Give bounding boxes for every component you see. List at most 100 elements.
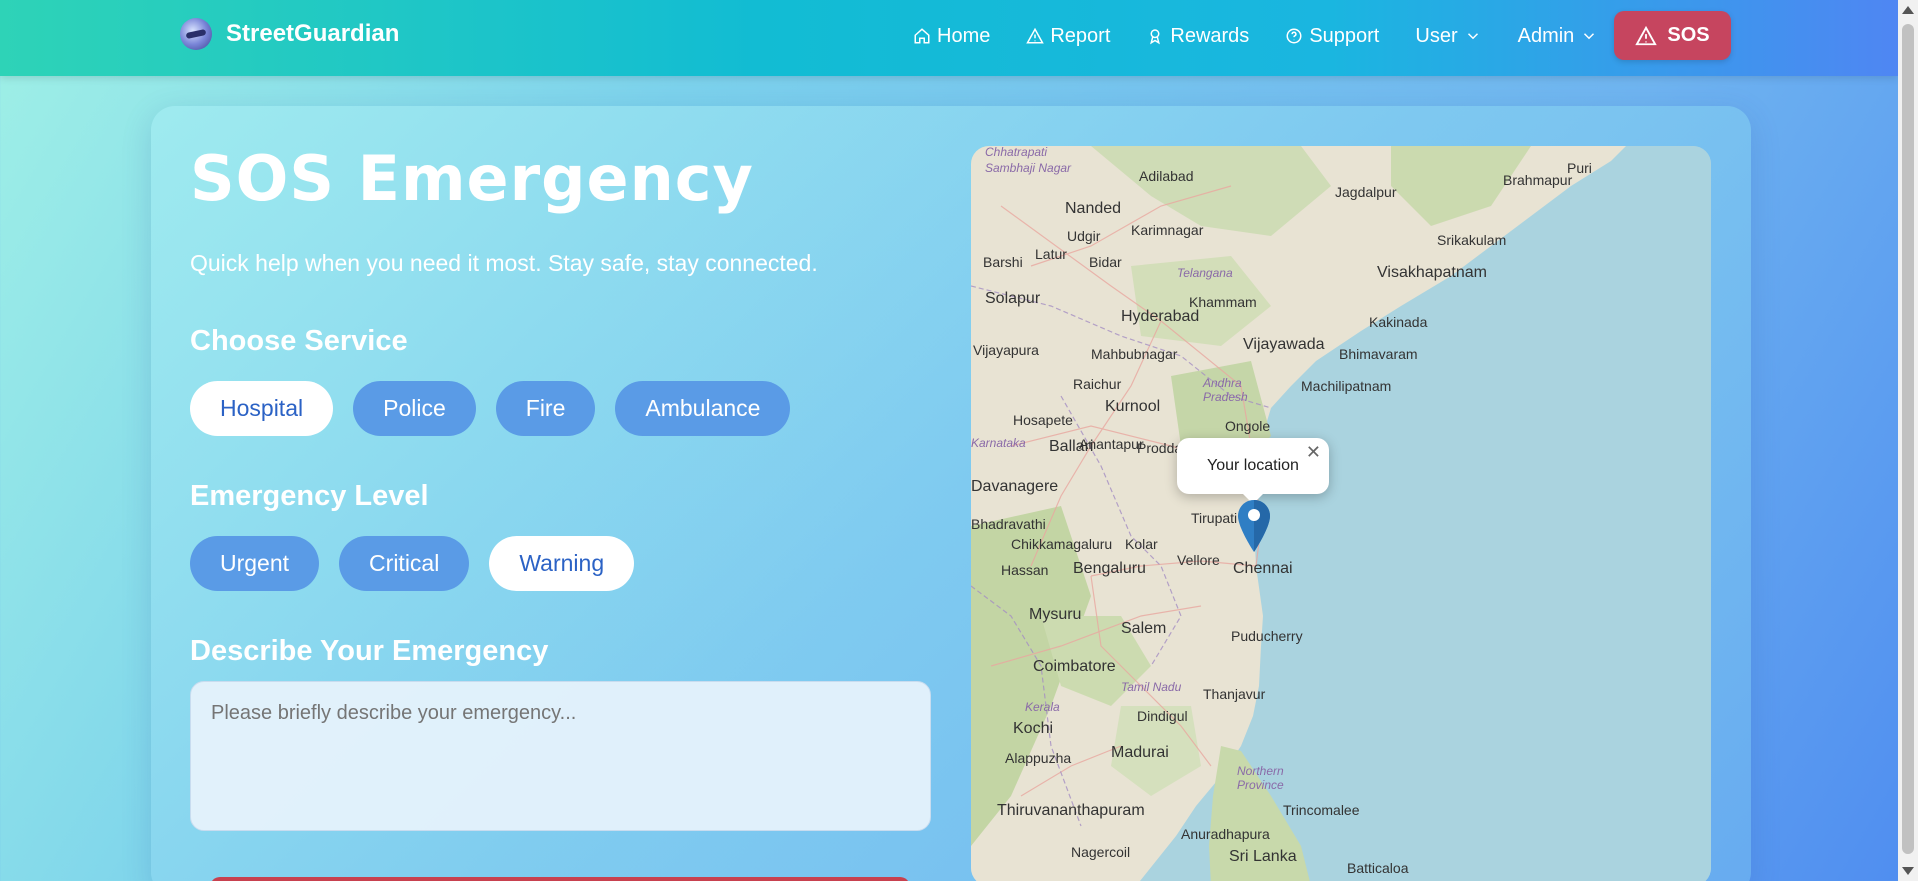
map-city-label: Bhadravathi xyxy=(971,516,1046,532)
service-section-label: Choose Service xyxy=(190,325,408,357)
nav-home[interactable]: Home xyxy=(895,25,1008,48)
nav-user-dropdown[interactable]: User xyxy=(1397,25,1499,48)
map-region-label: Telangana xyxy=(1177,266,1233,280)
nav-admin-dropdown[interactable]: Admin xyxy=(1500,25,1617,48)
map-city-label: Mysuru xyxy=(1029,606,1082,623)
map-city-label: Adilabad xyxy=(1139,168,1194,184)
map-city-label: Brahmapur xyxy=(1503,172,1573,188)
map-city-label: Barshi xyxy=(983,254,1023,270)
level-section-label: Emergency Level xyxy=(190,480,429,512)
location-popup-text: Your location xyxy=(1207,457,1299,474)
map-city-label: Jagdalpur xyxy=(1335,184,1397,200)
service-options: Hospital Police Fire Ambulance xyxy=(190,381,791,436)
level-options: Urgent Critical Warning xyxy=(190,536,635,591)
map-city-label: Chikkamagaluru xyxy=(1011,536,1113,552)
map-region-label: Andhra Pradesh xyxy=(1203,376,1248,404)
service-option-hospital[interactable]: Hospital xyxy=(190,381,334,436)
emergency-description-input[interactable] xyxy=(190,681,931,831)
map-city-label: Kochi xyxy=(1013,720,1054,737)
page-title: SOS Emergency xyxy=(190,142,754,215)
map-city-label: Kolar xyxy=(1125,536,1158,552)
nav-support-label: Support xyxy=(1309,24,1380,47)
warning-icon xyxy=(1635,25,1658,45)
brand-logo-icon xyxy=(180,18,212,50)
scroll-up-icon[interactable] xyxy=(1902,6,1914,14)
map-region-label: Chhatrapati Sambhaji Nagar xyxy=(985,146,1072,175)
map-city-label: Thiruvananthapuram xyxy=(997,802,1145,819)
award-icon xyxy=(1150,29,1161,45)
map-city-label: Salem xyxy=(1121,620,1167,637)
page-scrollbar[interactable] xyxy=(1898,0,1918,881)
map-city-label: Srikakulam xyxy=(1437,232,1507,248)
map-city-label: Ongole xyxy=(1225,418,1271,434)
map-city-label: Vijayapura xyxy=(973,342,1039,358)
map-city-label: Davanagere xyxy=(971,478,1059,495)
chevron-down-icon xyxy=(1584,33,1595,40)
map-city-label: Alappuzha xyxy=(1005,750,1072,766)
nav-report[interactable]: Report xyxy=(1008,25,1128,48)
nav-rewards-label: Rewards xyxy=(1170,24,1250,47)
level-option-warning[interactable]: Warning xyxy=(489,536,635,591)
service-option-ambulance[interactable]: Ambulance xyxy=(615,381,791,436)
map-city-label: Chennai xyxy=(1233,560,1293,577)
map-city-label: Raichur xyxy=(1073,376,1122,392)
scroll-down-icon[interactable] xyxy=(1902,867,1914,875)
brand-name: StreetGuardian xyxy=(226,20,400,47)
map-city-label: Trincomalee xyxy=(1283,802,1360,818)
nav-admin-label: Admin xyxy=(1517,24,1575,47)
nav-support[interactable]: Support xyxy=(1267,25,1397,48)
map-city-label: Latur xyxy=(1035,246,1067,262)
map-city-label: Nanded xyxy=(1065,200,1122,217)
sos-button-label: SOS xyxy=(1667,24,1710,46)
map-city-label: Anantapur xyxy=(1079,436,1144,452)
home-icon xyxy=(914,28,930,44)
service-option-police[interactable]: Police xyxy=(353,381,476,436)
map-city-label: Thanjavur xyxy=(1203,686,1266,702)
map-city-label: Bidar xyxy=(1089,254,1122,270)
map-city-label: Vellore xyxy=(1177,552,1220,568)
main-nav: Home Report Rewards Support User Admin xyxy=(895,0,1616,72)
location-pin-icon[interactable] xyxy=(1238,500,1270,552)
map-city-label: Visakhapatnam xyxy=(1377,264,1487,281)
map-city-label: Sri Lanka xyxy=(1229,848,1297,865)
map-city-label: Solapur xyxy=(985,290,1041,307)
warning-icon xyxy=(1026,27,1045,44)
map-city-label: Batticaloa xyxy=(1347,860,1409,876)
location-map[interactable]: Chhatrapati Sambhaji Nagar Adilabad Jagdalp… xyxy=(971,146,1711,881)
map-city-label: Puducherry xyxy=(1231,628,1303,644)
level-option-urgent[interactable]: Urgent xyxy=(190,536,320,591)
map-city-label: Madurai xyxy=(1111,744,1169,761)
map-city-label: Hyderabad xyxy=(1121,308,1200,325)
map-city-label: Hosapete xyxy=(1013,412,1073,428)
page-subtitle: Quick help when you need it most. Stay s… xyxy=(190,250,818,276)
scroll-thumb[interactable] xyxy=(1902,24,1914,854)
map-city-label: Udgir xyxy=(1067,228,1101,244)
close-icon[interactable]: ✕ xyxy=(1306,442,1321,463)
nav-home-label: Home xyxy=(937,24,991,47)
map-city-label: Vijayawada xyxy=(1243,336,1325,353)
chevron-down-icon xyxy=(1467,33,1478,40)
service-option-fire[interactable]: Fire xyxy=(495,381,596,436)
map-city-label: Hassan xyxy=(1001,562,1049,578)
location-popup: Your location ✕ xyxy=(1177,438,1329,504)
sos-button[interactable]: SOS xyxy=(1614,11,1731,60)
nav-rewards[interactable]: Rewards xyxy=(1128,25,1267,48)
map-city-label: Mahbubnagar xyxy=(1091,346,1178,362)
map-city-label: Kurnool xyxy=(1105,398,1161,415)
map-base xyxy=(971,146,1711,881)
brand[interactable]: StreetGuardian xyxy=(180,18,399,50)
map-city-label: Bengaluru xyxy=(1073,560,1146,577)
map-city-label: Nagercoil xyxy=(1071,844,1131,860)
map-city-label: Tirupati xyxy=(1191,510,1238,526)
map-city-label: Bhimavaram xyxy=(1339,346,1418,362)
map-city-label: Coimbatore xyxy=(1033,658,1116,675)
nav-user-label: User xyxy=(1415,24,1458,47)
map-city-label: Anuradhapura xyxy=(1181,826,1270,842)
map-city-label: Puri xyxy=(1567,160,1592,176)
level-option-critical[interactable]: Critical xyxy=(339,536,470,591)
submit-button[interactable] xyxy=(210,877,910,881)
map-region-label: Tamil Nadu xyxy=(1121,680,1182,694)
map-city-label: Dindigul xyxy=(1137,708,1188,724)
map-city-label: Kakinada xyxy=(1369,314,1428,330)
map-region-label: Kerala xyxy=(1025,700,1060,714)
